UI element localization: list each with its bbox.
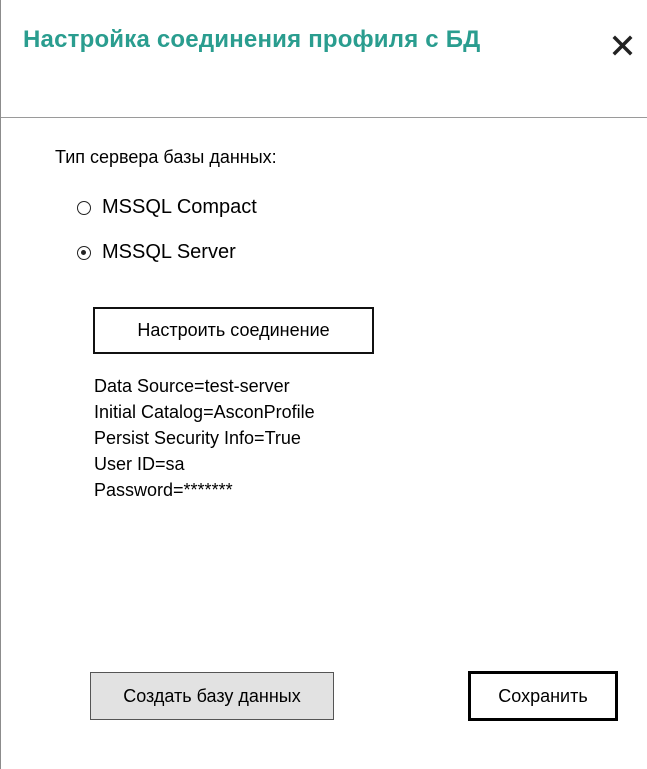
radio-button-unchecked[interactable]	[77, 200, 91, 215]
close-icon	[612, 35, 633, 56]
radio-label-mssql-compact: MSSQL Compact	[102, 196, 257, 218]
create-database-button[interactable]: Создать базу данных	[90, 672, 334, 720]
connection-line-persist-security: Persist Security Info=True	[94, 428, 301, 448]
connection-line-data-source: Data Source=test-server	[94, 376, 290, 396]
configure-connection-button[interactable]: Настроить соединение	[93, 307, 374, 354]
dialog-header: Настройка соединения профиля с БД	[1, 0, 647, 118]
connection-line-initial-catalog: Initial Catalog=AsconProfile	[94, 402, 315, 422]
radio-label-mssql-server: MSSQL Server	[102, 241, 236, 263]
radio-mssql-server[interactable]: MSSQL Server	[77, 241, 236, 264]
connection-line-password: Password=*******	[94, 480, 233, 500]
radio-button-checked[interactable]	[77, 245, 91, 260]
connection-line-user-id: User ID=sa	[94, 454, 185, 474]
connection-string-info: Data Source=test-server Initial Catalog=…	[94, 373, 315, 503]
save-button[interactable]: Сохранить	[468, 671, 618, 721]
server-type-label: Тип сервера базы данных:	[55, 147, 277, 167]
db-connection-dialog: Настройка соединения профиля с БД Тип се…	[0, 0, 647, 769]
radio-mssql-compact[interactable]: MSSQL Compact	[77, 196, 257, 219]
dialog-title: Настройка соединения профиля с БД	[23, 26, 481, 53]
close-button[interactable]	[610, 30, 636, 56]
